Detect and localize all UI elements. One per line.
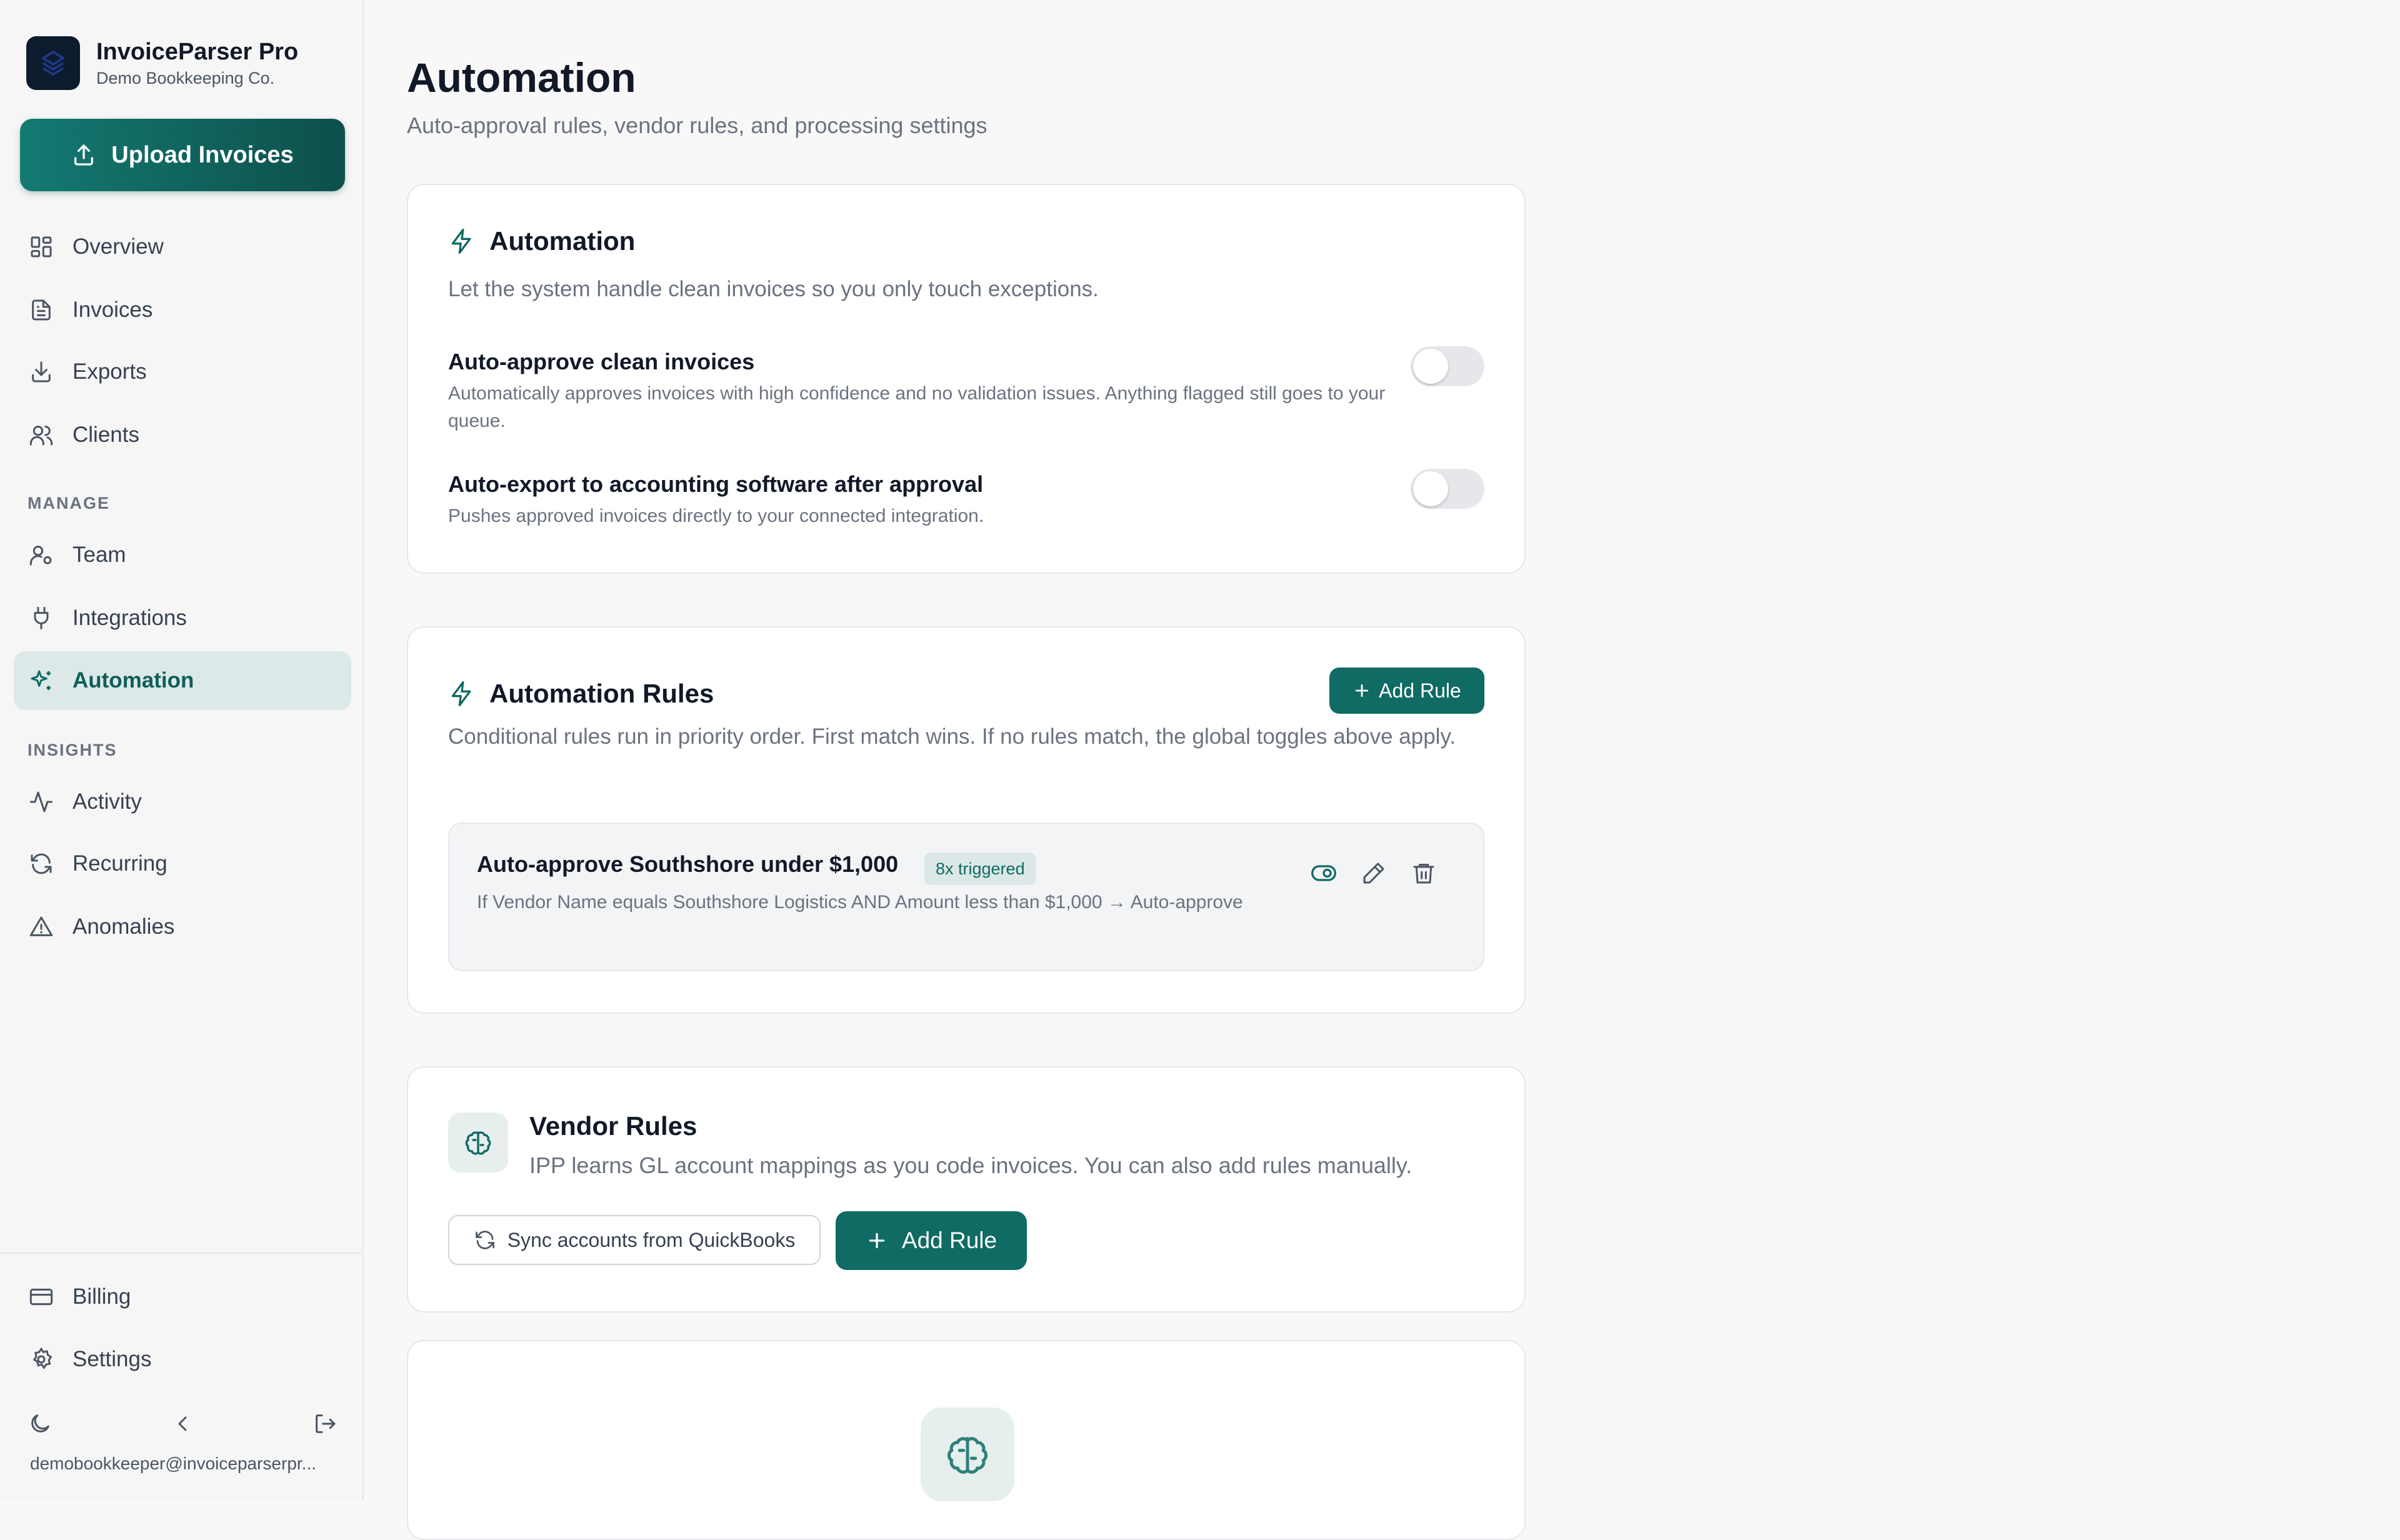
add-rule-label: Add Rule (901, 1228, 998, 1253)
logout-icon[interactable] (312, 1411, 340, 1439)
brain-icon (921, 1408, 1014, 1501)
nav-item-recurring[interactable]: Recurring (14, 834, 351, 893)
app-logo-icon (26, 36, 80, 90)
lightning-icon (448, 680, 476, 708)
toggle-knob (1413, 471, 1448, 506)
add-automation-rule-button[interactable]: Add Rule (1329, 668, 1484, 714)
nav-label: Billing (72, 1284, 131, 1309)
sync-label: Sync accounts from QuickBooks (507, 1228, 796, 1251)
sidebar-divider (0, 1252, 364, 1254)
nav-label: Recurring (72, 851, 168, 876)
add-vendor-rule-button[interactable]: Add Rule (836, 1211, 1027, 1270)
activity-icon (29, 789, 54, 814)
page-title: Automation (407, 54, 636, 101)
moon-icon[interactable] (28, 1411, 55, 1439)
credit-card-icon (29, 1284, 54, 1309)
download-icon (29, 359, 54, 384)
auto-approve-toggle[interactable] (1411, 346, 1484, 386)
chevron-left-icon[interactable] (170, 1411, 198, 1439)
rule-description: If Vendor Name equals Southshore Logisti… (477, 892, 1243, 912)
auto-export-toggle[interactable] (1411, 469, 1484, 509)
trash-icon[interactable] (1409, 859, 1438, 888)
page-subtitle: Auto-approval rules, vendor rules, and p… (407, 112, 988, 138)
nav-item-anomalies[interactable]: Anomalies (14, 898, 351, 956)
nav-label: Activity (72, 789, 142, 814)
document-icon (29, 298, 54, 322)
setting-description-auto-export: Pushes approved invoices directly to you… (448, 506, 984, 526)
nav-label: Automation (72, 668, 194, 692)
section-label-insights: INSIGHTS (28, 741, 118, 759)
sync-quickbooks-button[interactable]: Sync accounts from QuickBooks (448, 1215, 821, 1265)
section-label-manage: MANAGE (28, 494, 110, 512)
card-title: Automation (489, 226, 636, 256)
nav-item-settings[interactable]: Settings (14, 1330, 351, 1389)
upload-invoices-label: Upload Invoices (111, 141, 294, 168)
gear-icon (29, 1347, 54, 1372)
nav-item-activity[interactable]: Activity (14, 772, 351, 831)
nav-item-exports[interactable]: Exports (14, 342, 351, 401)
automation-settings-card: Automation Let the system handle clean i… (407, 184, 1526, 574)
plus-icon (1352, 681, 1371, 700)
sidebar: InvoiceParser Pro Demo Bookkeeping Co. U… (0, 0, 364, 1500)
rule-item: Auto-approve Southshore under $1,000 8x … (448, 822, 1484, 971)
nav-item-invoices[interactable]: Invoices (14, 281, 351, 339)
rule-actions (1288, 859, 1438, 888)
nav-label: Overview (72, 234, 164, 259)
nav-item-automation[interactable]: Automation (14, 651, 351, 710)
refresh-icon (474, 1229, 496, 1251)
nav-item-clients[interactable]: Clients (14, 406, 351, 464)
nav-item-overview[interactable]: Overview (14, 218, 351, 276)
rule-title: Auto-approve Southshore under $1,000 (477, 851, 899, 877)
refresh-icon (29, 851, 54, 876)
card-description: IPP learns GL account mappings as you co… (529, 1152, 1412, 1178)
lightning-icon (448, 228, 476, 255)
plug-icon (29, 606, 54, 631)
upload-icon (71, 142, 96, 168)
grid-icon (29, 234, 54, 259)
brand: InvoiceParser Pro Demo Bookkeeping Co. (26, 36, 298, 90)
toggle-knob (1413, 349, 1448, 384)
add-rule-label: Add Rule (1379, 679, 1461, 702)
nav-label: Invoices (72, 298, 153, 322)
warning-icon (29, 914, 54, 939)
toggle-on-icon[interactable] (1309, 859, 1338, 888)
nav-item-integrations[interactable]: Integrations (14, 589, 351, 648)
nav-label: Exports (72, 359, 147, 384)
plus-icon (866, 1229, 888, 1252)
setting-title-auto-export: Auto-export to accounting software after… (448, 471, 984, 497)
user-email: demobookkeeper@invoiceparserpr... (30, 1454, 317, 1473)
nav-label: Anomalies (72, 914, 175, 939)
org-name: Demo Bookkeeping Co. (96, 69, 275, 88)
triggered-badge: 8x triggered (924, 852, 1036, 885)
nav-label: Settings (72, 1347, 152, 1371)
nav-label: Clients (72, 422, 139, 447)
nav-label: Team (72, 542, 126, 567)
sparkles-icon (29, 668, 54, 693)
card-header: Automation Rules (448, 679, 714, 709)
sidebar-footer (28, 1411, 340, 1439)
nav-item-billing[interactable]: Billing (14, 1268, 351, 1326)
upload-invoices-button[interactable]: Upload Invoices (20, 119, 345, 191)
brain-icon (448, 1112, 508, 1172)
user-cog-icon (29, 542, 54, 568)
vendor-rules-empty-card (407, 1340, 1526, 1540)
card-description: Conditional rules run in priority order.… (448, 724, 1456, 749)
vendor-rules-card: Vendor Rules IPP learns GL account mappi… (407, 1066, 1526, 1312)
pencil-icon[interactable] (1359, 859, 1388, 888)
setting-title-auto-approve: Auto-approve clean invoices (448, 349, 755, 374)
card-description: Let the system handle clean invoices so … (448, 277, 1099, 301)
setting-description-auto-approve: Automatically approves invoices with hig… (448, 383, 1386, 431)
card-header: Automation (448, 226, 635, 256)
automation-rules-card: Automation Rules Add Rule Conditional ru… (407, 626, 1526, 1014)
card-title: Automation Rules (489, 679, 714, 708)
users-icon (29, 422, 54, 448)
nav-label: Integrations (72, 606, 187, 630)
app-name: InvoiceParser Pro (96, 39, 299, 65)
card-title: Vendor Rules (529, 1111, 698, 1141)
nav-item-team[interactable]: Team (14, 526, 351, 584)
